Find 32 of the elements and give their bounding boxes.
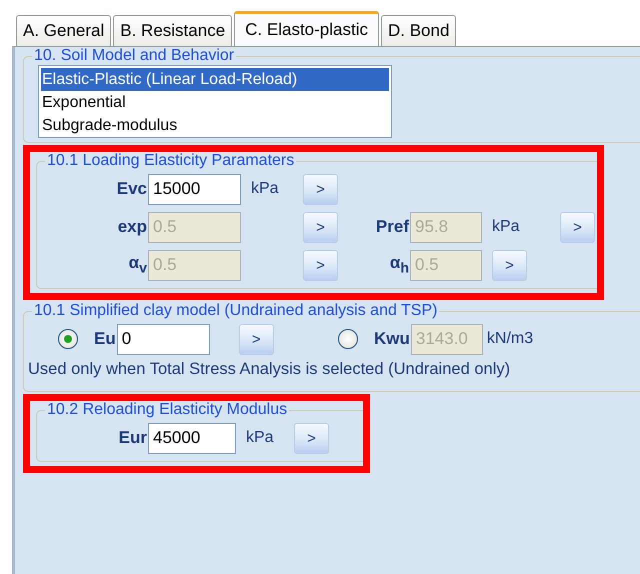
parameter-label: Eu <box>94 329 117 349</box>
group-title: 10.2 Reloading Elasticity Modulus <box>46 401 288 419</box>
model-listbox[interactable]: Elastic-Plastic (Linear Load-Reload) Exponential Subgrade-modulus <box>38 65 392 138</box>
unit-label: kPa <box>492 218 520 235</box>
list-item[interactable]: Elastic-Plastic (Linear Load-Reload) <box>41 68 389 91</box>
group-title: 10.1 Loading Elasticity Paramaters <box>46 152 296 170</box>
parameter-label: exp <box>116 217 148 237</box>
unit-label: kPa <box>246 429 274 446</box>
arrow-button[interactable]: > <box>303 174 338 204</box>
unit-label: kN/m3 <box>486 330 534 348</box>
arrow-button[interactable]: > <box>294 422 329 454</box>
parameter-label: α$_{v}$ <box>128 253 148 277</box>
radio-button[interactable] <box>58 329 78 349</box>
group-title: 10.1 Simplified clay model (Undrained analysis and TSP) <box>33 302 438 320</box>
unit-label: kPa <box>251 180 279 197</box>
parameter-label: Kwu <box>374 329 411 349</box>
tab[interactable]: A. General <box>16 15 112 46</box>
value-field[interactable]: 15000 <box>148 174 241 204</box>
parameter-label: Eur <box>118 428 148 448</box>
parameter-label: Evc <box>116 179 148 199</box>
group-title: 10. Soil Model and Behavior <box>33 47 236 65</box>
tab[interactable]: D. Bond <box>380 15 456 46</box>
arrow-button[interactable]: > <box>238 324 274 354</box>
list-item[interactable]: Subgrade-modulus <box>39 114 391 137</box>
value-field[interactable]: 45000 <box>148 422 236 454</box>
parameter-label: Pref <box>374 217 410 237</box>
value-field[interactable]: 0 <box>116 324 210 354</box>
tab[interactable]: B. Resistance <box>113 15 232 46</box>
tab[interactable]: C. Elasto-plastic <box>234 11 379 46</box>
list-item[interactable]: Exponential <box>39 91 391 114</box>
note-text: Used only when Total Stress Analysis is selected (Undrained only) <box>28 359 512 380</box>
parameter-label: α$_{h}$ <box>388 253 410 277</box>
